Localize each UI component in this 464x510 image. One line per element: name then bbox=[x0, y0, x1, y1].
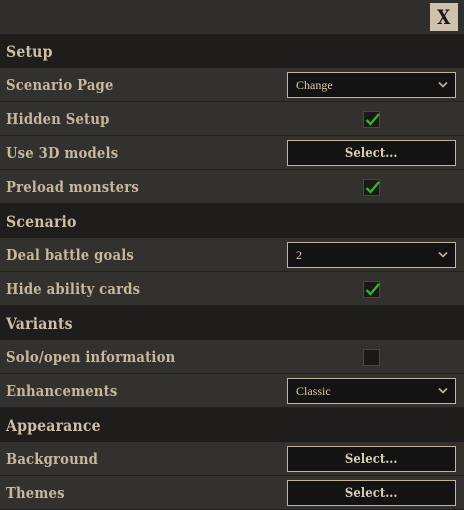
themes-select-button[interactable]: Select... bbox=[287, 480, 456, 506]
section-title: Appearance bbox=[6, 415, 101, 435]
setting-label: Solo/open information bbox=[6, 347, 176, 366]
setting-row-background: Background Select... bbox=[0, 442, 464, 476]
hide-ability-cards-checkbox[interactable] bbox=[363, 281, 380, 298]
background-select-button[interactable]: Select... bbox=[287, 446, 456, 472]
solo-open-information-checkbox[interactable] bbox=[363, 349, 380, 366]
section-header-scenario: Scenario bbox=[0, 204, 464, 238]
setting-label: Preload monsters bbox=[6, 177, 139, 196]
checkmark-icon bbox=[365, 181, 380, 194]
section-header-setup: Setup bbox=[0, 34, 464, 68]
setting-label: Scenario Page bbox=[6, 75, 114, 94]
chevron-down-icon bbox=[438, 387, 448, 394]
checkmark-icon bbox=[365, 113, 380, 126]
setting-row-themes: Themes Select... bbox=[0, 476, 464, 510]
setting-label: Hidden Setup bbox=[6, 109, 110, 128]
section-title: Scenario bbox=[6, 211, 77, 231]
deal-battle-goals-dropdown[interactable]: 2 bbox=[287, 242, 456, 268]
title-bar: X bbox=[0, 0, 464, 33]
setting-label: Enhancements bbox=[6, 381, 118, 400]
dropdown-value: 2 bbox=[296, 248, 302, 262]
setting-label: Themes bbox=[6, 483, 65, 502]
setting-row-enhancements: Enhancements Classic bbox=[0, 374, 464, 408]
hidden-setup-checkbox[interactable] bbox=[363, 111, 380, 128]
setting-row-hide-ability-cards: Hide ability cards bbox=[0, 272, 464, 306]
dropdown-value: Change bbox=[296, 78, 333, 92]
close-icon: X bbox=[437, 5, 451, 29]
section-title: Setup bbox=[6, 41, 53, 61]
setting-row-preload-monsters: Preload monsters bbox=[0, 170, 464, 204]
chevron-down-icon bbox=[438, 81, 448, 88]
setting-label: Background bbox=[6, 449, 99, 468]
enhancements-dropdown[interactable]: Classic bbox=[287, 378, 456, 404]
setting-row-scenario-page: Scenario Page Change bbox=[0, 68, 464, 102]
section-header-variants: Variants bbox=[0, 306, 464, 340]
setting-row-use-3d-models: Use 3D models Select... bbox=[0, 136, 464, 170]
setting-label: Use 3D models bbox=[6, 143, 119, 162]
section-title: Variants bbox=[6, 313, 73, 333]
setting-label: Hide ability cards bbox=[6, 279, 141, 298]
section-header-appearance: Appearance bbox=[0, 408, 464, 442]
button-label: Select... bbox=[345, 451, 398, 467]
preload-monsters-checkbox[interactable] bbox=[363, 179, 380, 196]
button-label: Select... bbox=[345, 145, 398, 161]
setting-row-solo-open-information: Solo/open information bbox=[0, 340, 464, 374]
scenario-page-dropdown[interactable]: Change bbox=[287, 72, 456, 98]
chevron-down-icon bbox=[438, 251, 448, 258]
checkmark-icon bbox=[365, 283, 380, 296]
setting-label: Deal battle goals bbox=[6, 245, 135, 264]
dropdown-value: Classic bbox=[296, 384, 331, 398]
button-label: Select... bbox=[345, 485, 398, 501]
setting-row-deal-battle-goals: Deal battle goals 2 bbox=[0, 238, 464, 272]
setting-row-hidden-setup: Hidden Setup bbox=[0, 102, 464, 136]
close-button[interactable]: X bbox=[430, 3, 458, 31]
use-3d-models-select-button[interactable]: Select... bbox=[287, 140, 456, 166]
